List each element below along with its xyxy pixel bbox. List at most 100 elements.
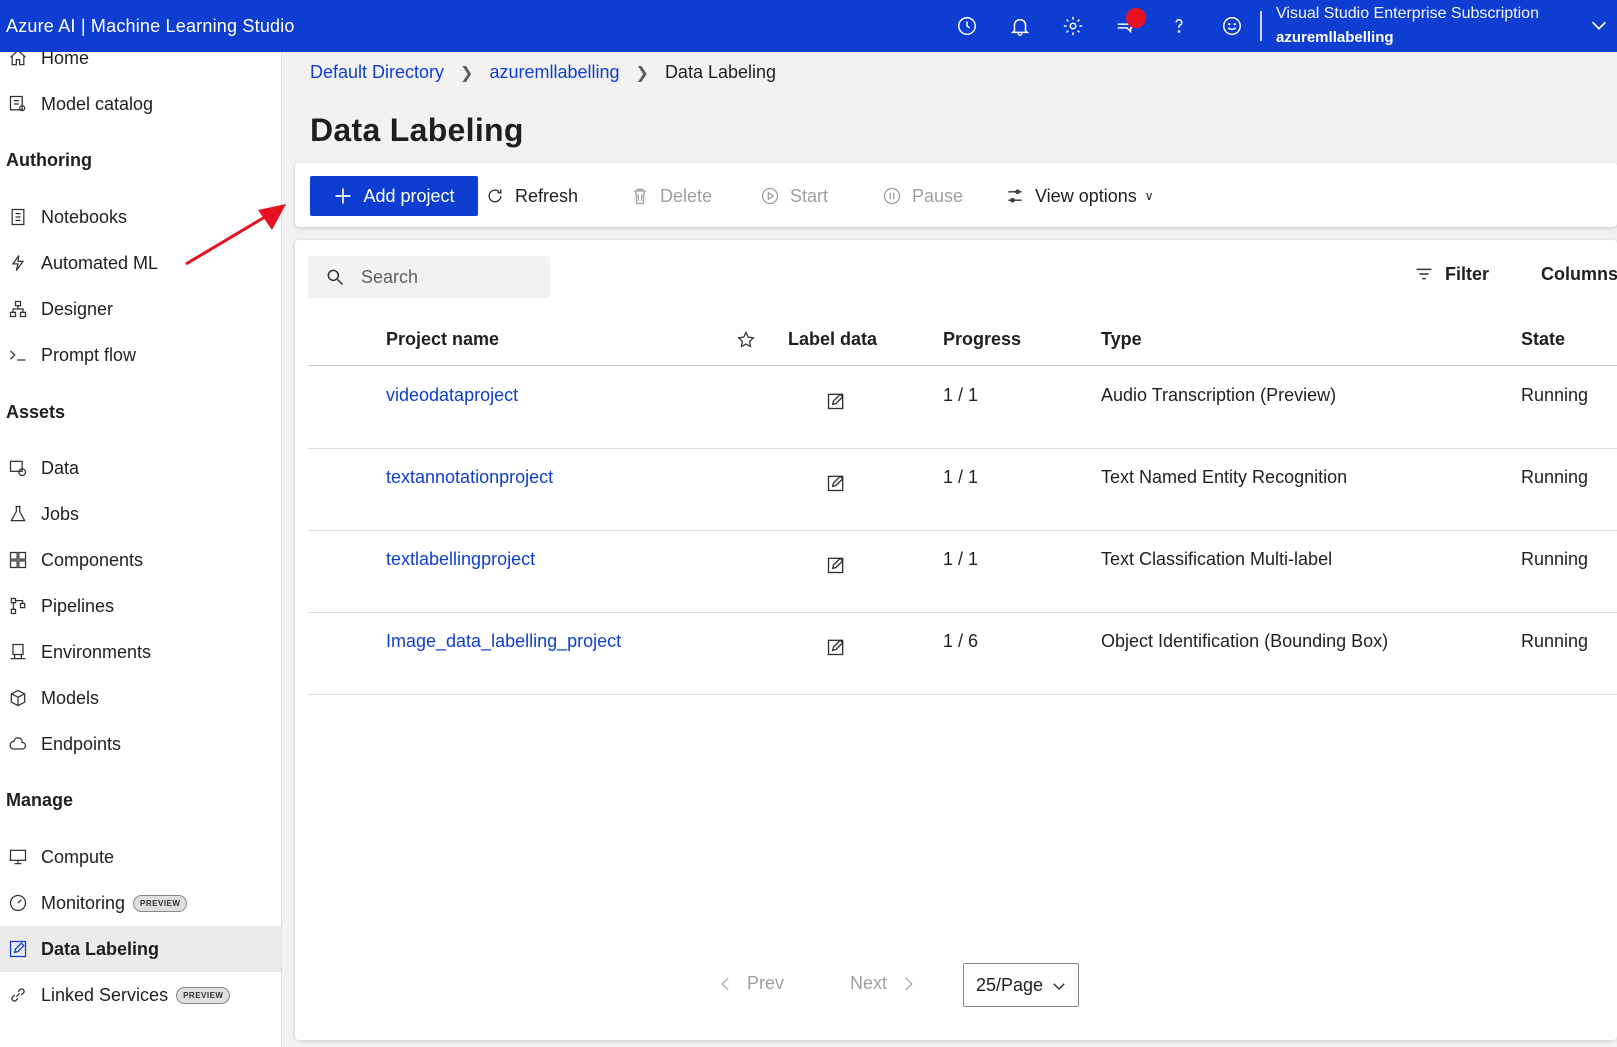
sidebar-item-pipelines[interactable]: Pipelines (0, 583, 281, 629)
next-button[interactable]: Next (850, 973, 917, 994)
cube-icon (7, 687, 29, 709)
cloud-icon (7, 733, 29, 755)
data-icon (7, 457, 29, 479)
progress-value: 1 / 1 (943, 467, 979, 487)
flask-icon (7, 503, 29, 525)
sidebar-item-prompt-flow[interactable]: Prompt flow (0, 332, 281, 378)
add-project-label: Add project (363, 185, 455, 206)
sidebar-item-compute[interactable]: Compute (0, 834, 281, 880)
feedback-icon[interactable] (1099, 0, 1152, 52)
chevron-left-icon (721, 977, 729, 990)
view-options-label: View options (1035, 185, 1137, 206)
sidebar-item-label: Linked Services (41, 984, 169, 1005)
sliders-icon (1008, 189, 1022, 203)
breadcrumb: Default Directory ❯ azuremllabelling ❯ D… (310, 62, 776, 83)
catalog-icon (7, 93, 29, 115)
page-size-select[interactable]: 25/Page (963, 963, 1079, 1007)
sidebar-item-label: Endpoints (41, 733, 122, 754)
sidebar-item-home[interactable]: Home (0, 52, 281, 81)
label-data-icon[interactable] (826, 531, 846, 612)
progress-value: 1 / 1 (943, 549, 979, 569)
add-project-button[interactable]: Add project (310, 176, 478, 216)
sidebar-item-components[interactable]: Components (0, 537, 281, 583)
monitor-icon (7, 846, 29, 868)
page-title: Data Labeling (310, 112, 524, 148)
filter-button[interactable]: Filter (1413, 263, 1489, 285)
column-header-progress[interactable]: Progress (943, 314, 1021, 365)
column-header-type[interactable]: Type (1101, 314, 1142, 365)
column-header-state[interactable]: State (1521, 314, 1565, 365)
star-icon[interactable] (736, 314, 756, 365)
bell-icon[interactable] (993, 0, 1046, 52)
sidebar-item-designer[interactable]: Designer (0, 286, 281, 332)
project-state: Running (1521, 549, 1589, 569)
chevron-down-icon: ∨ (1144, 189, 1154, 203)
pause-label: Pause (912, 185, 964, 206)
next-label: Next (850, 973, 888, 993)
subscription-name: Visual Studio Enterprise Subscription (1276, 5, 1539, 22)
columns-button[interactable]: Columns (1531, 263, 1617, 285)
history-icon[interactable] (940, 0, 993, 52)
account-switcher[interactable]: Visual Studio Enterprise Subscription az… (1276, 4, 1539, 48)
sidebar-item-models[interactable]: Models (0, 675, 281, 721)
sidebar-item-jobs[interactable]: Jobs (0, 491, 281, 537)
app-title[interactable]: Azure AI | Machine Learning Studio (6, 16, 295, 37)
sidebar-item-environments[interactable]: Environments (0, 629, 281, 675)
table-row[interactable]: videodataproject 1 / 1 Audio Transcripti… (308, 367, 1617, 449)
project-name-link[interactable]: textlabellingproject (386, 531, 535, 612)
sidebar-item-linked-services[interactable]: Linked Services PREVIEW (0, 972, 281, 1018)
label-data-icon[interactable] (826, 613, 846, 694)
prev-button[interactable]: Prev (717, 973, 784, 994)
search-box[interactable] (308, 256, 550, 298)
search-input[interactable] (361, 266, 521, 288)
chevron-down-icon[interactable] (1588, 14, 1610, 41)
column-header-project-name[interactable]: Project name (386, 314, 499, 365)
help-icon[interactable] (1152, 0, 1205, 52)
preview-badge: PREVIEW (133, 894, 188, 912)
label-data-icon[interactable] (826, 449, 846, 530)
refresh-button[interactable]: Refresh (485, 176, 578, 216)
pagination: Prev Next 25/Page (295, 963, 1617, 1009)
projects-panel: Filter Columns Project name Label data P… (295, 240, 1617, 1040)
smiley-icon[interactable] (1205, 0, 1258, 52)
label-data-icon[interactable] (826, 367, 846, 448)
sidebar-item-model-catalog[interactable]: Model catalog (0, 81, 281, 127)
workspace-name: azuremllabelling (1276, 29, 1394, 46)
project-name-link[interactable]: Image_data_labelling_project (386, 613, 621, 694)
project-name-link[interactable]: videodataproject (386, 367, 518, 448)
environment-icon (7, 641, 29, 663)
sidebar-item-label: Data (41, 457, 80, 478)
prompt-flow-icon (7, 344, 29, 366)
sidebar-item-data[interactable]: Data (0, 445, 281, 491)
sidebar-item-endpoints[interactable]: Endpoints (0, 721, 281, 767)
preview-badge: PREVIEW (176, 986, 231, 1004)
sidebar-item-label: Data Labeling (41, 938, 160, 959)
project-name-link[interactable]: textannotationproject (386, 449, 553, 530)
notebook-icon (7, 206, 29, 228)
gear-icon[interactable] (1046, 0, 1099, 52)
table-row[interactable]: textlabellingproject 1 / 1 Text Classifi… (308, 531, 1617, 613)
start-button[interactable]: Start (760, 176, 828, 216)
progress-value: 1 / 1 (943, 385, 979, 405)
sidebar-item-label: Pipelines (41, 595, 115, 616)
trash-icon (634, 188, 646, 205)
chevron-right-icon (905, 977, 913, 990)
column-header-label-data[interactable]: Label data (788, 314, 877, 365)
automl-icon (7, 252, 29, 274)
sidebar-item-data-labeling[interactable]: Data Labeling (0, 926, 281, 972)
breadcrumb-workspace[interactable]: azuremllabelling (489, 62, 619, 83)
pause-button[interactable]: Pause (882, 176, 963, 216)
table-row[interactable]: textannotationproject 1 / 1 Text Named E… (308, 449, 1617, 531)
project-type: Text Named Entity Recognition (1101, 467, 1348, 487)
header-divider (1260, 11, 1262, 41)
project-state: Running (1521, 385, 1589, 405)
breadcrumb-default-directory[interactable]: Default Directory (310, 62, 444, 83)
project-state: Running (1521, 631, 1589, 651)
sidebar-item-monitoring[interactable]: Monitoring PREVIEW (0, 880, 281, 926)
table-row[interactable]: Image_data_labelling_project 1 / 6 Objec… (308, 613, 1617, 695)
search-icon (327, 269, 344, 286)
sidebar-item-label: Automated ML (41, 252, 159, 273)
delete-button[interactable]: Delete (630, 176, 712, 216)
section-heading-manage: Manage (6, 790, 74, 810)
view-options-button[interactable]: View options ∨ (1005, 176, 1154, 216)
